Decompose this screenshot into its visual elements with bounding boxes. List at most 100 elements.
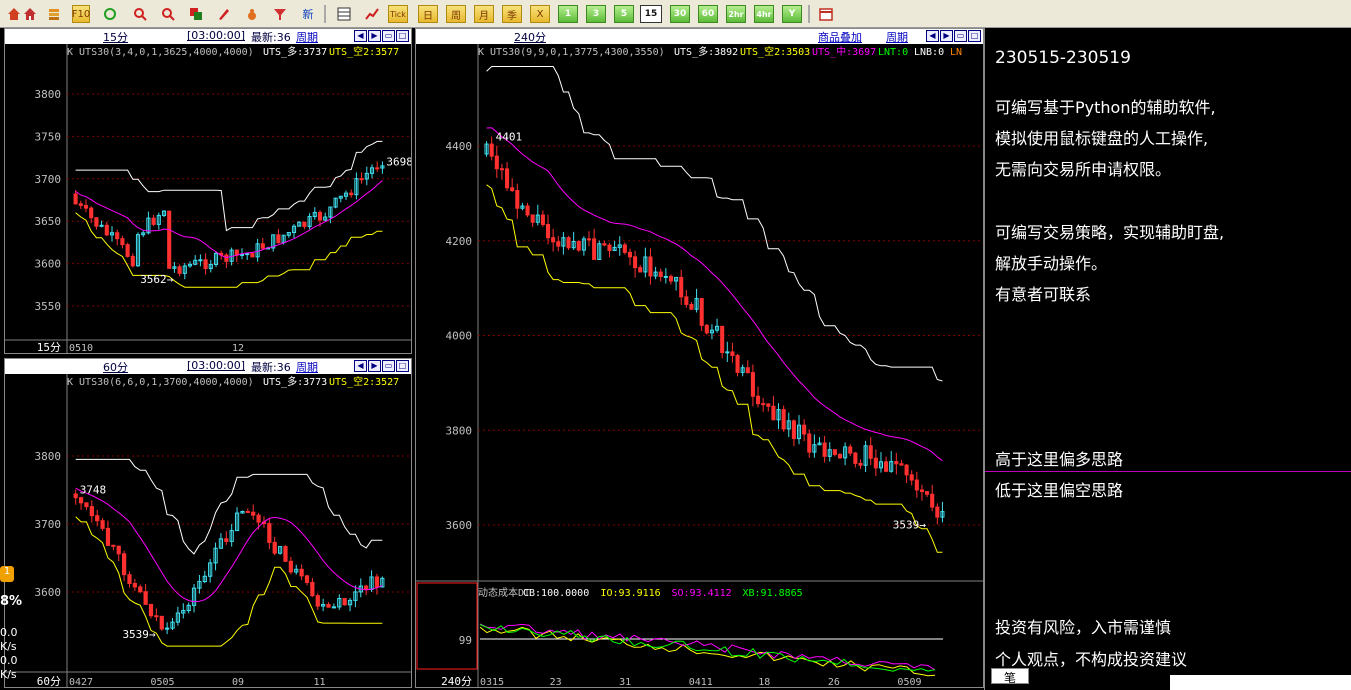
period-day-button[interactable]: 日: [418, 5, 438, 23]
home-icon-2[interactable]: [20, 5, 40, 23]
tick-button[interactable]: Tick: [388, 5, 408, 23]
year-button[interactable]: Y: [782, 5, 802, 23]
candle-body: [120, 238, 125, 246]
stack-icon[interactable]: [44, 5, 64, 23]
low-annotation: 3539→: [122, 628, 155, 641]
candle-body: [115, 232, 120, 240]
chart-panel-240m[interactable]: 240分 商品叠加 周期 ◀ ▶ ▭ □ K UTS30(9,9,0,1,3775,4…: [415, 28, 984, 688]
candle-body: [288, 560, 293, 573]
minute-3-button[interactable]: 3: [586, 5, 606, 23]
x-tick-label: 0505: [151, 677, 175, 688]
candle-body: [592, 238, 597, 260]
candle-body: [283, 546, 288, 562]
minute-15-button[interactable]: 15: [640, 5, 662, 23]
window-icon[interactable]: [186, 5, 206, 23]
candle-body: [116, 545, 121, 555]
panel-period-label[interactable]: 60分: [103, 359, 128, 375]
overlay-link[interactable]: 商品叠加: [818, 29, 862, 45]
candle-body: [699, 298, 704, 326]
candle-body: [83, 204, 89, 209]
y-tick-label: 4200: [446, 235, 473, 248]
panel-titlebar: 240分 商品叠加 周期 ◀ ▶ ▭ □: [416, 29, 983, 44]
maximize-icon[interactable]: □: [968, 30, 981, 42]
period-week-button[interactable]: 周: [446, 5, 466, 23]
y-tick-label: 3650: [35, 215, 62, 228]
chart-icon[interactable]: [362, 5, 382, 23]
candle-body: [326, 604, 331, 608]
side-percent: 8%: [0, 594, 23, 609]
candle-body: [317, 211, 323, 221]
hour-4-button[interactable]: 4hr: [754, 5, 774, 23]
next-icon[interactable]: ▶: [368, 360, 381, 372]
restore-icon[interactable]: ▭: [954, 30, 967, 42]
period-x-button[interactable]: X: [530, 5, 550, 23]
period-label: 15分: [37, 341, 61, 354]
next-icon[interactable]: ▶: [368, 30, 381, 42]
f10-icon[interactable]: F10: [72, 5, 90, 23]
chart-240m[interactable]: K UTS30(9,9,0,1,3775,4300,3550) UTS_多:389…: [416, 44, 984, 688]
minute-5-button[interactable]: 5: [614, 5, 634, 23]
prev-icon[interactable]: ◀: [926, 30, 939, 42]
restore-icon[interactable]: ▭: [382, 30, 395, 42]
candle-body: [276, 234, 281, 244]
maximize-icon[interactable]: □: [396, 360, 409, 372]
period-month-button[interactable]: 月: [474, 5, 494, 23]
candle-body: [766, 403, 771, 407]
refresh-icon[interactable]: [100, 5, 120, 23]
indicator-value: UTS_中:3697: [812, 45, 876, 58]
candle-body: [576, 240, 581, 251]
period-link[interactable]: 周期: [296, 29, 318, 45]
y-tick-label: 3800: [35, 450, 62, 463]
filter-icon[interactable]: [270, 5, 290, 23]
candle-body: [165, 627, 170, 630]
next-icon[interactable]: ▶: [940, 30, 953, 42]
period-link[interactable]: 周期: [886, 29, 908, 45]
tab-pen[interactable]: 笔: [991, 668, 1029, 685]
minute-30-button[interactable]: 30: [670, 5, 690, 23]
new-button[interactable]: 新: [298, 5, 318, 23]
chart-panel-15m[interactable]: 15分 [03:00:00] 最新:36 周期 ◀ ▶ ▭ □ K UTS30(3,4…: [4, 28, 412, 354]
x-tick-label: 26: [828, 677, 840, 688]
prev-icon[interactable]: ◀: [354, 360, 367, 372]
note-line: 解放手动操作。: [995, 254, 1108, 273]
period-quarter-button[interactable]: 季: [502, 5, 522, 23]
minute-60-button[interactable]: 60: [698, 5, 718, 23]
duo-line: [75, 140, 383, 232]
candle-body: [245, 253, 250, 256]
hour-2-button[interactable]: 2hr: [726, 5, 746, 23]
minute-1-button[interactable]: 1: [558, 5, 578, 23]
prev-icon[interactable]: ◀: [354, 30, 367, 42]
chart-15m[interactable]: K UTS30(3,4,0,1,3625,4000,4000) UTS_多:373…: [5, 44, 412, 354]
candle-body: [551, 237, 556, 243]
calendar-icon[interactable]: [816, 5, 836, 23]
zoom-out-icon[interactable]: [158, 5, 178, 23]
x-tick-label: 0510: [69, 343, 93, 354]
maximize-icon[interactable]: □: [396, 30, 409, 42]
panel-period-label[interactable]: 240分: [514, 29, 546, 45]
sub-series-line: [479, 623, 936, 671]
gourd-icon[interactable]: [242, 5, 262, 23]
candle-body: [375, 167, 380, 170]
duo-line: [75, 458, 383, 555]
zoom-in-icon[interactable]: [130, 5, 150, 23]
candle-body: [899, 463, 904, 466]
low-annotation: 3562→: [140, 273, 173, 286]
candle-body: [130, 255, 135, 267]
chart-panel-60m[interactable]: 60分 [03:00:00] 最新:36 周期 ◀ ▶ ▭ □ K UTS30(6,6…: [4, 358, 412, 688]
candle-body: [148, 603, 154, 617]
duo-line: [486, 66, 943, 382]
indicator-value: LN: [950, 47, 962, 58]
pen-icon[interactable]: [214, 5, 234, 23]
chart-60m[interactable]: K UTS30(6,6,0,1,3700,4000,4000) UTS_多:377…: [5, 374, 412, 688]
candle-body: [756, 395, 761, 405]
candle-body: [914, 479, 919, 491]
notification-badge[interactable]: 1: [0, 566, 14, 582]
period-label: 240分: [441, 675, 472, 688]
period-link[interactable]: 周期: [296, 359, 318, 375]
indicator-value: UTS_空2:3527: [329, 375, 399, 388]
candle-body: [930, 493, 935, 508]
panel-period-label[interactable]: 15分: [103, 29, 128, 45]
candle-body: [807, 433, 812, 453]
table-icon[interactable]: [334, 5, 354, 23]
restore-icon[interactable]: ▭: [382, 360, 395, 372]
